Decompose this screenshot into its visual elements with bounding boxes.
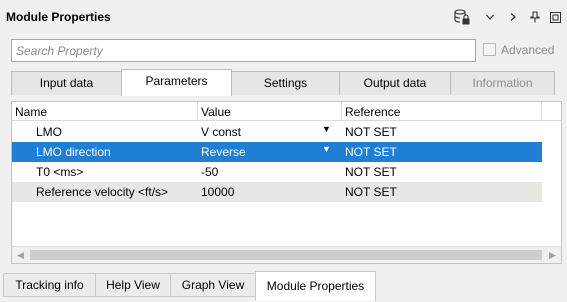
chevron-right-icon[interactable] <box>506 9 520 25</box>
scrollbar-thumb[interactable] <box>30 250 542 260</box>
scroll-left-icon[interactable]: ◀ <box>12 247 29 263</box>
tab-module-properties[interactable]: Module Properties <box>255 271 376 301</box>
row-value[interactable]: Reverse <box>201 145 246 159</box>
panel-title: Module Properties <box>6 10 111 24</box>
search-input[interactable]: Search Property <box>11 39 476 62</box>
column-divider[interactable] <box>197 102 198 121</box>
row-reference: NOT SET <box>345 125 397 139</box>
column-header-value[interactable]: Value <box>201 105 231 119</box>
row-value[interactable]: V const <box>201 125 241 139</box>
row-reference: NOT SET <box>345 165 397 179</box>
tab-information: Information <box>450 71 555 95</box>
tab-tracking-info[interactable]: Tracking info <box>3 273 96 297</box>
chevron-down-icon[interactable] <box>483 9 497 25</box>
column-divider[interactable] <box>541 102 542 121</box>
column-divider[interactable] <box>341 102 342 121</box>
module-properties-panel: Module Properties Search Property Advanc… <box>0 0 567 270</box>
table-row[interactable]: Reference velocity <ft/s> 10000 NOT SET <box>12 182 542 202</box>
tab-help-view[interactable]: Help View <box>95 273 171 297</box>
parameters-table: Name Value Reference LMO V const ▼ NOT S… <box>11 101 562 264</box>
tab-parameters[interactable]: Parameters <box>121 69 232 96</box>
restore-window-icon[interactable] <box>548 9 562 25</box>
row-reference: NOT SET <box>345 185 397 199</box>
property-tabs: Input data Parameters Settings Output da… <box>11 69 555 96</box>
row-name: LMO <box>36 125 63 139</box>
row-value[interactable]: 10000 <box>201 185 234 199</box>
horizontal-scrollbar[interactable]: ◀ ▶ <box>12 246 561 263</box>
tab-output-data[interactable]: Output data <box>339 71 451 95</box>
row-value[interactable]: -50 <box>201 165 218 179</box>
row-reference: NOT SET <box>345 145 397 159</box>
column-header-name[interactable]: Name <box>15 105 47 119</box>
advanced-checkbox[interactable] <box>483 43 496 56</box>
table-row[interactable]: LMO V const ▼ NOT SET <box>12 122 542 142</box>
dropdown-arrow-icon[interactable]: ▼ <box>322 124 331 134</box>
dropdown-arrow-icon[interactable]: ▼ <box>322 144 331 154</box>
table-row[interactable]: T0 <ms> -50 NOT SET <box>12 162 542 182</box>
database-lock-icon[interactable] <box>453 9 471 25</box>
row-name: T0 <ms> <box>36 165 84 179</box>
tab-graph-view[interactable]: Graph View <box>170 273 256 297</box>
table-row-selected[interactable]: LMO direction Reverse ▼ NOT SET <box>12 142 542 162</box>
column-header-reference[interactable]: Reference <box>345 105 400 119</box>
table-header: Name Value Reference <box>12 102 561 121</box>
tab-input-data[interactable]: Input data <box>11 71 122 95</box>
advanced-label: Advanced <box>501 43 555 57</box>
panel-titlebar: Module Properties <box>0 0 567 34</box>
scroll-right-icon[interactable]: ▶ <box>544 247 561 263</box>
tab-settings[interactable]: Settings <box>231 71 340 95</box>
bottom-tab-bar: Tracking info Help View Graph View Modul… <box>0 270 567 302</box>
pin-icon[interactable] <box>528 9 542 25</box>
row-name: LMO direction <box>36 145 111 159</box>
row-name: Reference velocity <ft/s> <box>36 185 169 199</box>
